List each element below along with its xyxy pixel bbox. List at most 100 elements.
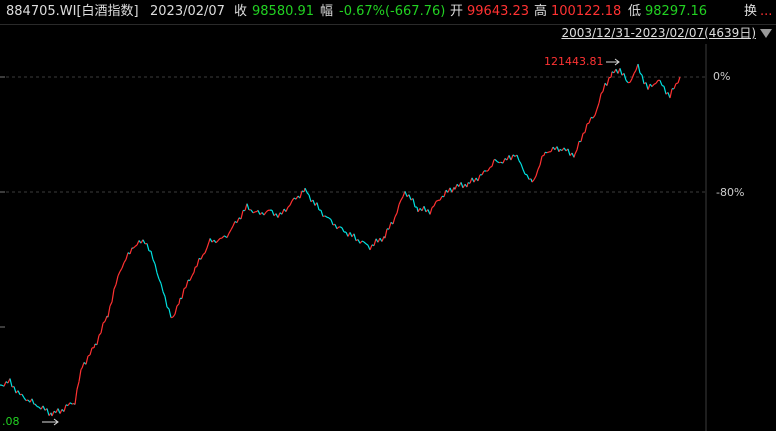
price-segment: [263, 211, 267, 216]
price-segment: [312, 199, 316, 206]
price-segment: [384, 228, 388, 239]
y-tick-minus80pct: -80%: [716, 186, 745, 199]
price-segment: [659, 80, 663, 86]
price-segment: [129, 247, 133, 255]
price-segment: [546, 151, 550, 154]
price-segment: [469, 177, 473, 184]
price-segment: [115, 275, 119, 285]
price-segment: [600, 90, 604, 95]
price-segment: [193, 267, 196, 273]
price-segment: [487, 167, 491, 172]
price-segment: [123, 259, 127, 263]
price-segment: [641, 74, 645, 84]
price-segment: [669, 88, 673, 99]
price-segment: [653, 82, 657, 85]
price-segment: [164, 296, 168, 308]
date-range-text[interactable]: 2003/12/31-2023/02/07(4639日): [561, 26, 756, 40]
price-segment: [533, 175, 537, 181]
price-segment: [363, 241, 367, 245]
price-segment: [191, 272, 195, 277]
price-segment: [111, 289, 115, 303]
y-tick-0pct: 0%: [713, 70, 731, 83]
price-segment: [567, 148, 571, 156]
price-segment: [209, 238, 213, 243]
price-segment: [324, 215, 328, 218]
price-segment: [78, 369, 82, 382]
date-range-selector[interactable]: 2003/12/31-2023/02/07(4639日): [561, 25, 772, 41]
price-segment: [204, 247, 208, 254]
price-segment: [250, 209, 254, 214]
price-segment: [655, 80, 659, 84]
price-segment: [431, 205, 435, 209]
price-segment: [185, 279, 189, 288]
price-segment: [85, 355, 89, 365]
price-segment: [645, 82, 649, 90]
price-segment: [244, 203, 248, 211]
price-segment: [154, 263, 158, 274]
price-segment: [146, 243, 150, 252]
price-segment: [265, 209, 269, 213]
price-segment: [291, 197, 295, 202]
price-segment: [287, 204, 291, 208]
price-segment: [98, 332, 102, 336]
price-segment: [181, 288, 185, 299]
price-segment: [496, 160, 500, 164]
price-segment: [663, 86, 667, 95]
price-segment: [240, 210, 244, 220]
price-segment: [166, 306, 170, 310]
price-segment: [328, 217, 332, 221]
price-segment: [326, 216, 330, 219]
index-code: 884705.WI[白酒指数]: [6, 4, 139, 19]
price-segment: [637, 63, 641, 74]
price-segment: [9, 378, 13, 388]
price-segment: [113, 284, 117, 290]
price-segment: [134, 244, 138, 247]
price-segment: [610, 71, 613, 78]
price-segment: [42, 405, 46, 411]
price-segment: [172, 313, 176, 318]
dropdown-arrow-icon[interactable]: [760, 29, 772, 38]
price-segment: [308, 194, 312, 202]
high-value: 100122.18: [551, 4, 622, 19]
price-segment: [107, 305, 111, 318]
price-segment: [142, 239, 146, 245]
price-segment: [170, 316, 174, 319]
price-segment: [339, 226, 343, 229]
close-label: 收: [234, 4, 248, 19]
price-segment: [481, 170, 485, 176]
price-segment: [396, 204, 400, 214]
low-label: 低: [628, 4, 642, 19]
high-label: 高: [534, 4, 548, 19]
price-segment: [119, 267, 123, 272]
price-segment: [466, 182, 469, 188]
grid-lines: [0, 44, 707, 431]
quote-header: 884705.WI[白酒指数] 2023/02/07 收 98580.91 幅 …: [0, 0, 776, 24]
low-marker: [42, 418, 59, 426]
price-segment: [588, 117, 592, 124]
price-segment: [252, 211, 256, 214]
price-segment: [594, 108, 598, 116]
price-segment: [3, 381, 7, 387]
price-segment: [132, 246, 136, 249]
change-value: -0.67%(-667.76): [339, 4, 446, 19]
price-segment: [100, 323, 104, 334]
price-segment: [598, 93, 602, 104]
price-segment: [423, 206, 427, 213]
price-segment: [625, 79, 629, 83]
price-segment: [206, 241, 210, 249]
price-segment: [357, 239, 361, 244]
price-segment: [631, 73, 635, 79]
price-segment: [174, 305, 178, 315]
price-segment: [183, 286, 187, 290]
price-segment: [580, 133, 584, 142]
price-chart[interactable]: [0, 44, 776, 431]
price-segment: [359, 240, 363, 244]
open-value: 99643.23: [467, 4, 530, 19]
price-segment: [510, 154, 514, 161]
price-segment: [226, 233, 230, 238]
price-segment: [136, 240, 140, 246]
price-segment: [573, 153, 576, 158]
price-segment: [398, 199, 402, 205]
price-segment: [369, 244, 373, 251]
price-segment: [158, 278, 162, 284]
